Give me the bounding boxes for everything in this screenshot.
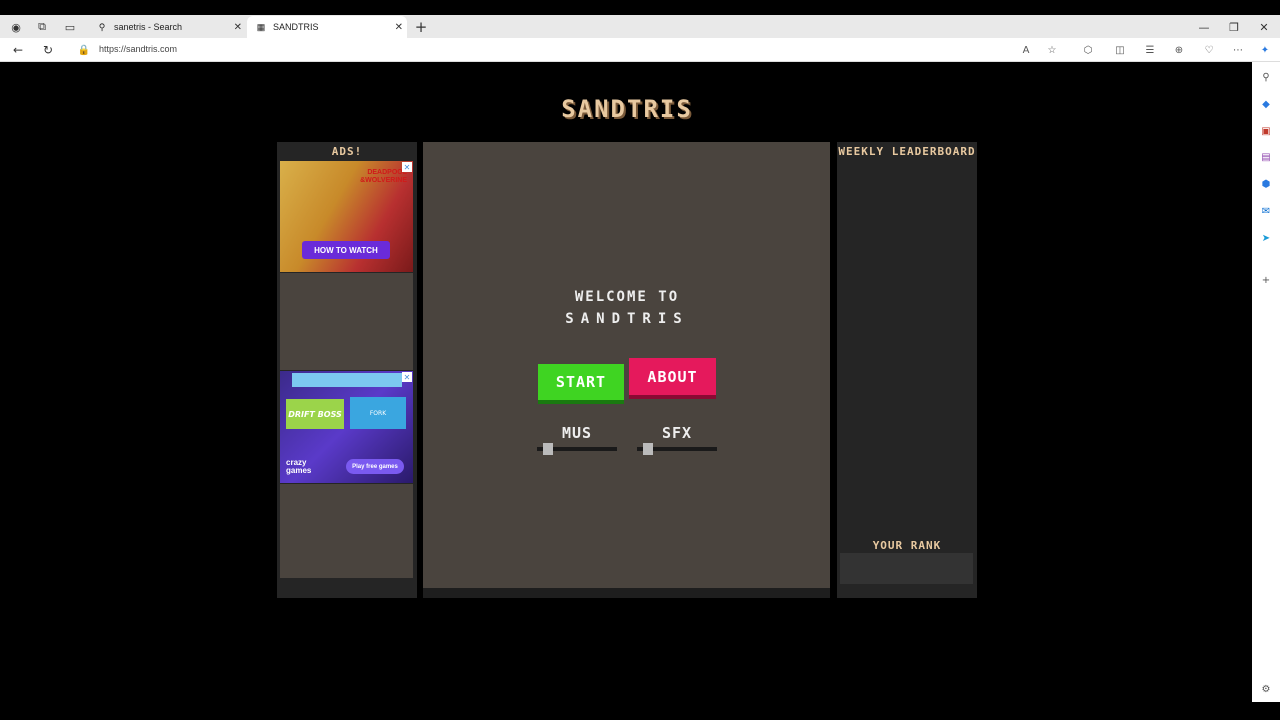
ad-top-strip [292,373,402,387]
ad-title-line2: &WOLVERINE [360,177,407,184]
shopping-icon[interactable]: ◆ [1259,97,1273,111]
collections-icon[interactable]: ⊕ [1171,42,1187,58]
copilot-icon[interactable]: ✦ [1257,42,1273,58]
refresh-icon[interactable]: ↻ [38,40,58,60]
leaderboard-panel [837,142,977,598]
ad-close-icon[interactable]: ✕ [402,162,412,172]
browser-essentials-icon[interactable]: ♡ [1201,42,1217,58]
game-board-footer [423,588,830,598]
tab-title: sanetris - Search [114,22,183,32]
start-button[interactable]: START [538,364,624,404]
ad-brand-line2: games [286,466,312,475]
music-label: MUS [561,424,593,442]
tab-actions-icon[interactable]: ▭ [56,16,84,38]
ad-game-tile: DRIFT BOSS [286,399,344,429]
your-rank-box [840,553,973,584]
workspaces-icon[interactable]: ⧉ [28,16,56,38]
add-sidebar-app-icon[interactable]: + [1259,273,1273,287]
read-aloud-icon[interactable]: A [1018,42,1034,58]
about-button[interactable]: ABOUT [629,358,716,399]
close-tab-icon[interactable]: ✕ [395,22,403,33]
more-menu-icon[interactable]: ⋯ [1230,42,1246,58]
screen-top-edge [0,0,1280,15]
site-icon: ▦ [256,21,266,32]
settings-gear-icon[interactable]: ⚙ [1259,682,1273,696]
game-board[interactable] [423,142,830,588]
split-screen-icon[interactable]: ◫ [1112,42,1128,58]
welcome-line1: WELCOME TO [574,289,680,305]
how-to-watch-button[interactable]: HOW TO WATCH [302,241,390,259]
tools-icon[interactable]: ▣ [1259,124,1273,138]
close-window-icon[interactable]: ✕ [1250,16,1278,38]
ad-banner-movie[interactable]: DEADPOOL &WOLVERINE HOW TO WATCH [280,161,413,272]
sfx-slider-thumb[interactable] [643,443,653,455]
favorites-icon[interactable]: ☰ [1142,42,1158,58]
games-icon[interactable]: ⬢ [1259,177,1273,191]
telegram-icon[interactable]: ➤ [1259,231,1273,245]
screen-bottom-edge [0,702,1280,720]
outlook-icon[interactable]: ✉ [1259,204,1273,218]
tab-sandtris[interactable]: ▦ SANDTRIS ✕ [247,16,407,38]
music-slider-thumb[interactable] [543,443,553,455]
game-logo: SANDTRIS [561,95,693,123]
welcome-line2: SANDTRIS [565,311,689,327]
tab-search[interactable]: ⚲ sanetris - Search ✕ [88,16,246,38]
new-tab-button[interactable]: + [407,16,435,38]
ad-empty-slot [280,273,413,370]
restore-icon[interactable]: ❐ [1220,16,1248,38]
ad-game-tile: FORK [350,397,406,429]
extensions-icon[interactable]: ⬡ [1080,42,1096,58]
office-icon[interactable]: ▤ [1259,150,1273,164]
tab-title: SANDTRIS [273,22,319,32]
ad-title: DEADPOOL &WOLVERINE [360,169,407,185]
search-icon[interactable]: ⚲ [1259,70,1273,84]
search-icon: ⚲ [98,21,106,32]
minimize-icon[interactable]: — [1190,16,1218,38]
ad-banner-games[interactable]: DRIFT BOSS FORK crazy games Play free ga… [280,371,413,483]
profile-avatar-icon[interactable]: ◉ [2,16,30,38]
ad-close-icon[interactable]: ✕ [402,372,412,382]
ads-label: ADS! [331,145,363,158]
ad-empty-slot [280,484,413,578]
close-tab-icon[interactable]: ✕ [234,22,242,33]
favorite-star-icon[interactable]: ☆ [1044,42,1060,58]
play-free-games-button[interactable]: Play free games [346,459,404,474]
your-rank-label: YOUR RANK [872,539,942,552]
back-icon[interactable]: ← [8,40,28,60]
sfx-label: SFX [661,424,693,442]
ad-brand: crazy games [286,459,311,475]
lock-icon[interactable]: 🔒 [74,40,94,60]
address-input[interactable]: https://sandtris.com [99,44,177,54]
leaderboard-title: WEEKLY LEADERBOARD [838,145,976,158]
